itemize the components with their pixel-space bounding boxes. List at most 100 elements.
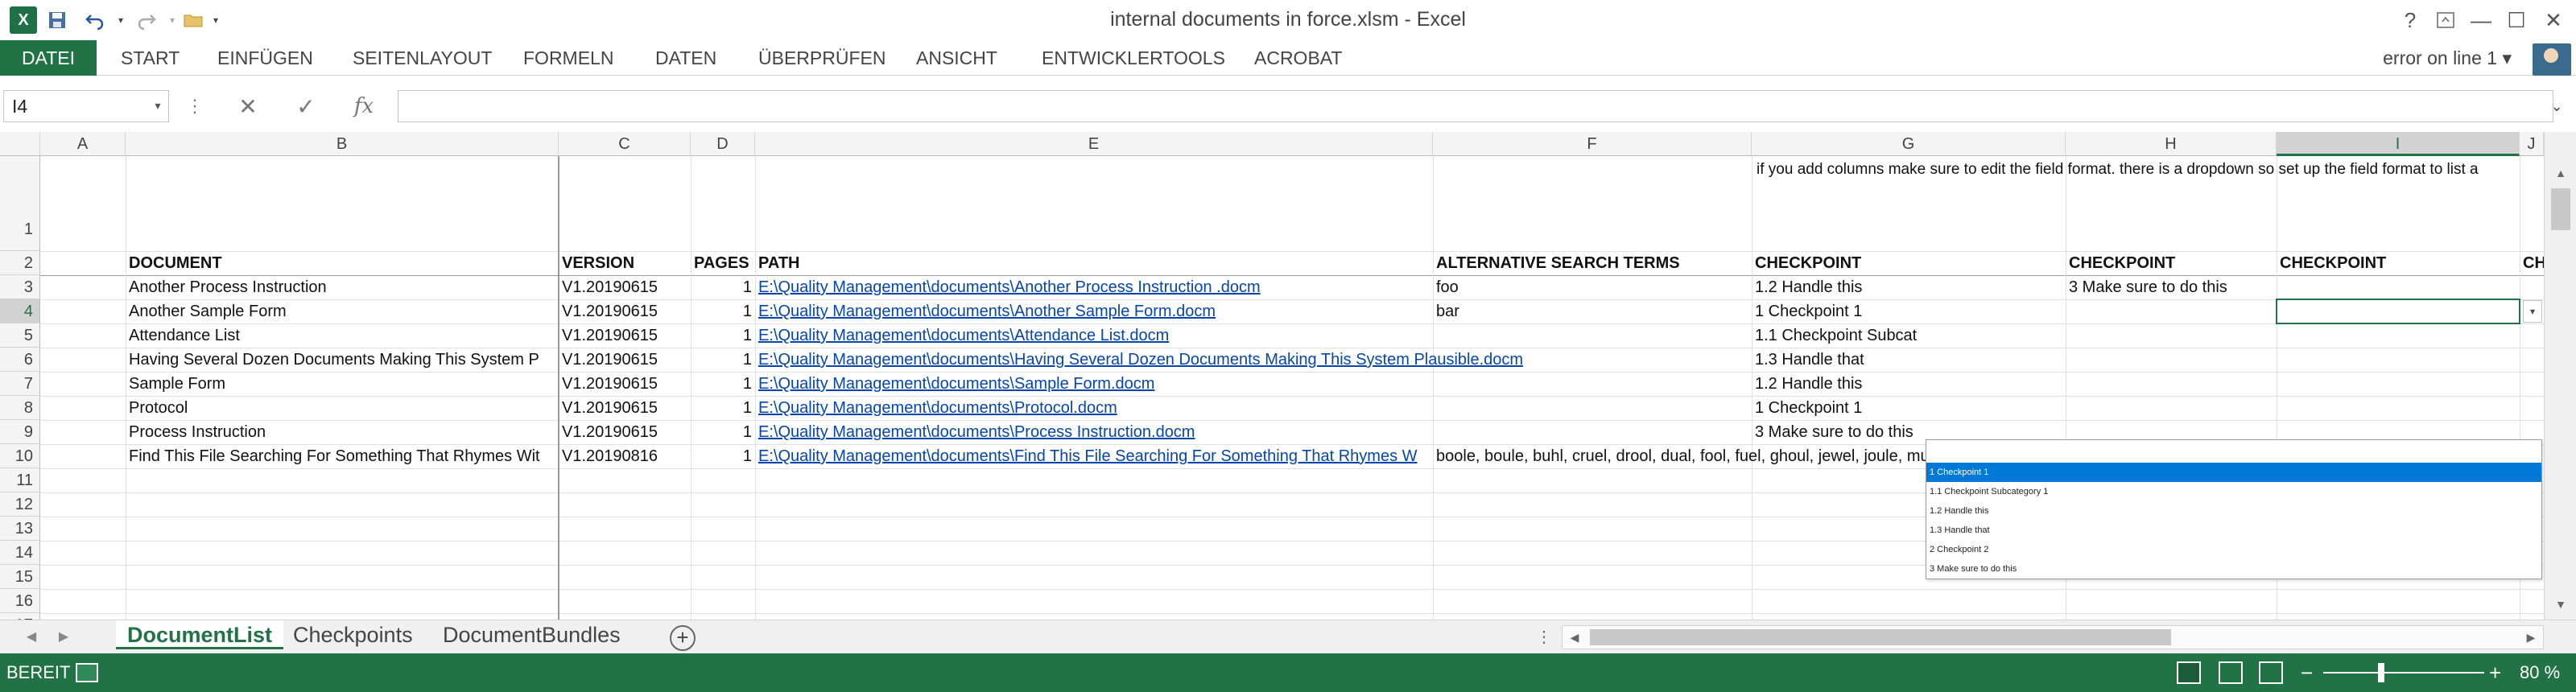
zoom-slider[interactable]	[2323, 672, 2484, 673]
zoom-out-icon[interactable]: −	[2301, 653, 2313, 692]
header-alt-search-terms[interactable]: ALTERNATIVE SEARCH TERMS	[1433, 251, 1752, 275]
column-header-g[interactable]: G	[1752, 132, 2066, 156]
ribbon-display-options-icon[interactable]	[2428, 5, 2463, 35]
version-cell[interactable]: V1.20190615	[559, 348, 691, 372]
document-cell[interactable]: Protocol	[126, 396, 557, 420]
more-icon[interactable]: ⋮	[177, 92, 213, 121]
tab-start[interactable]: START	[109, 40, 191, 76]
pages-cell[interactable]: 1	[691, 348, 755, 372]
header-path[interactable]: PATH	[755, 251, 1433, 275]
row-header[interactable]: 16	[0, 589, 40, 613]
dropdown-option[interactable]: 1.2 Handle this	[1926, 501, 2541, 521]
document-cell[interactable]: Another Process Instruction	[126, 275, 557, 299]
pages-cell[interactable]: 1	[691, 420, 755, 444]
version-cell[interactable]: V1.20190816	[559, 444, 691, 468]
column-header-a[interactable]: A	[40, 132, 126, 156]
path-link[interactable]: E:\Quality Management\documents\Protocol…	[755, 396, 1433, 420]
vertical-scrollbar[interactable]: ▲ ▼	[2544, 132, 2576, 620]
close-icon[interactable]: ✕	[2536, 5, 2571, 35]
path-link[interactable]: E:\Quality Management\documents\Another …	[755, 299, 1433, 323]
document-cell[interactable]: Process Instruction	[126, 420, 557, 444]
row-header[interactable]: 1	[0, 156, 40, 251]
row-header[interactable]: 11	[0, 468, 40, 492]
row-header[interactable]: 9	[0, 420, 40, 444]
header-pages[interactable]: PAGES	[691, 251, 755, 275]
tab-formeln[interactable]: FORMELN	[512, 40, 625, 76]
tab-einfuegen[interactable]: EINFÜGEN	[206, 40, 324, 76]
horizontal-scrollbar[interactable]: ◀ ▶	[1562, 625, 2544, 649]
version-cell[interactable]: V1.20190615	[559, 396, 691, 420]
scroll-up-icon[interactable]: ▲	[2545, 161, 2576, 185]
formula-input[interactable]	[398, 90, 2553, 122]
add-sheet-icon[interactable]: +	[670, 625, 696, 651]
scroll-right-icon[interactable]: ▶	[2519, 626, 2543, 649]
pages-cell[interactable]: 1	[691, 323, 755, 348]
alt-terms-cell[interactable]: foo	[1433, 275, 1752, 299]
document-cell[interactable]: Attendance List	[126, 323, 557, 348]
row-header[interactable]: 17	[0, 613, 40, 620]
help-icon[interactable]: ?	[2392, 5, 2428, 35]
tab-entwicklertools[interactable]: ENTWICKLERTOOLS	[1030, 40, 1236, 76]
row-header[interactable]: 4	[0, 299, 40, 323]
path-link[interactable]: E:\Quality Management\documents\Find Thi…	[755, 444, 1433, 468]
page-layout-view-icon[interactable]	[2219, 661, 2243, 684]
dropdown-option[interactable]: 3 Make sure to do this	[1926, 559, 2541, 579]
pages-cell[interactable]: 1	[691, 444, 755, 468]
zoom-in-icon[interactable]: +	[2489, 653, 2501, 692]
tab-acrobat[interactable]: ACROBAT	[1243, 40, 1353, 76]
row-header[interactable]: 10	[0, 444, 40, 468]
column-header-d[interactable]: D	[691, 132, 755, 156]
tab-seitenlayout[interactable]: SEITENLAYOUT	[341, 40, 503, 76]
path-link[interactable]: E:\Quality Management\documents\Having S…	[755, 348, 1752, 372]
column-header-b[interactable]: B	[126, 132, 559, 156]
name-box[interactable]: I4	[3, 90, 169, 122]
horizontal-scroll-thumb[interactable]	[1590, 629, 2171, 645]
pages-cell[interactable]: 1	[691, 299, 755, 323]
header-document[interactable]: DOCUMENT	[126, 251, 557, 275]
tab-split-handle-icon[interactable]: ⋮	[1536, 627, 1552, 648]
path-link[interactable]: E:\Quality Management\documents\Another …	[755, 275, 1433, 299]
dropdown-option[interactable]: 1.3 Handle that	[1926, 521, 2541, 540]
pages-cell[interactable]: 1	[691, 396, 755, 420]
pages-cell[interactable]: 1	[691, 372, 755, 396]
row-header[interactable]: 3	[0, 275, 40, 299]
version-cell[interactable]: V1.20190615	[559, 275, 691, 299]
tab-datei[interactable]: DATEI	[0, 40, 97, 76]
checkpoint-cell[interactable]: 1 Checkpoint 1	[1752, 396, 1966, 420]
maximize-icon[interactable]: ☐	[2499, 5, 2534, 35]
row-header[interactable]: 14	[0, 541, 40, 565]
header-checkpoint[interactable]: CHECKPOINT	[2277, 251, 2520, 275]
document-cell[interactable]: Sample Form	[126, 372, 557, 396]
next-sheet-icon[interactable]: ▶	[52, 627, 76, 648]
tab-ueberpruefen[interactable]: ÜBERPRÜFEN	[747, 40, 897, 76]
zoom-level[interactable]: 80 %	[2520, 653, 2560, 692]
header-version[interactable]: VERSION	[559, 251, 691, 275]
dropdown-option[interactable]: 1 Checkpoint 1	[1926, 463, 2541, 482]
path-link[interactable]: E:\Quality Management\documents\Sample F…	[755, 372, 1433, 396]
version-cell[interactable]: V1.20190615	[559, 372, 691, 396]
sheet-tab-documentbundles[interactable]: DocumentBundles	[431, 620, 632, 649]
active-cell[interactable]	[2276, 299, 2520, 324]
document-cell[interactable]: Another Sample Form	[126, 299, 557, 323]
row-header[interactable]: 2	[0, 251, 40, 275]
name-box-dropdown-icon[interactable]: ▾	[150, 90, 166, 122]
vertical-scroll-thumb[interactable]	[2551, 188, 2570, 230]
user-account[interactable]: error on line 1 ▾	[2383, 40, 2512, 76]
column-header-j[interactable]: J	[2520, 132, 2544, 156]
version-cell[interactable]: V1.20190615	[559, 299, 691, 323]
row-header[interactable]: 5	[0, 323, 40, 348]
dropdown-option[interactable]: 1.1 Checkpoint Subcategory 1	[1926, 482, 2541, 501]
enter-icon[interactable]: ✓	[288, 92, 324, 121]
column-header-e[interactable]: E	[755, 132, 1433, 156]
path-link[interactable]: E:\Quality Management\documents\Process …	[755, 420, 1433, 444]
macro-record-icon[interactable]	[76, 663, 98, 682]
avatar[interactable]	[2533, 43, 2571, 76]
checkpoint-cell[interactable]: 1 Checkpoint 1	[1752, 299, 2066, 323]
sheet-tab-checkpoints[interactable]: Checkpoints	[282, 620, 424, 649]
row-header[interactable]: 15	[0, 565, 40, 589]
page-break-view-icon[interactable]	[2259, 661, 2283, 684]
pages-cell[interactable]: 1	[691, 275, 755, 299]
row-header[interactable]: 8	[0, 396, 40, 420]
document-cell[interactable]: Having Several Dozen Documents Making Th…	[126, 348, 557, 372]
cancel-icon[interactable]: ✕	[230, 92, 266, 121]
